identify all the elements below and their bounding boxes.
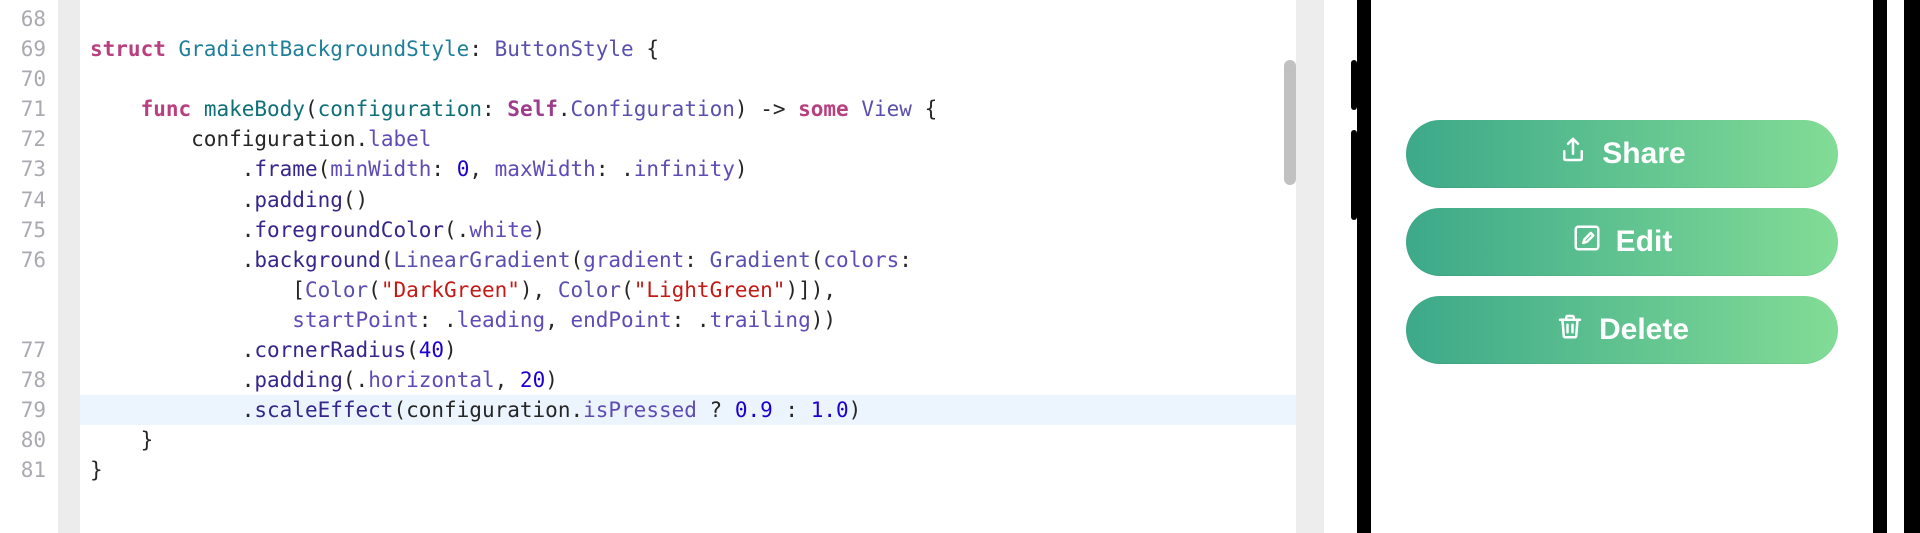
line-number: 68 [0, 4, 58, 34]
share-button[interactable]: Share [1406, 120, 1838, 188]
code-line[interactable]: .background(LinearGradient(gradient: Gra… [80, 245, 1296, 275]
line-number: 77 [0, 335, 58, 365]
line-number: 71 [0, 94, 58, 124]
line-number: 73 [0, 154, 58, 184]
line-number: 70 [0, 64, 58, 94]
phone-side-button [1351, 60, 1357, 110]
code-line[interactable] [80, 64, 1296, 94]
fold-ribbon[interactable] [58, 0, 80, 533]
edit-icon [1572, 223, 1602, 261]
line-number: 78 [0, 365, 58, 395]
code-line[interactable]: func makeBody(configuration: Self.Config… [80, 94, 1296, 124]
iphone-simulator: Share Edit Delete [1357, 0, 1887, 533]
code-line[interactable]: .scaleEffect(configuration.isPressed ? 0… [80, 395, 1296, 425]
code-line[interactable]: [Color("DarkGreen"), Color("LightGreen")… [80, 275, 1296, 305]
code-line[interactable]: } [80, 455, 1296, 485]
code-line[interactable]: .cornerRadius(40) [80, 335, 1296, 365]
line-number: 74 [0, 185, 58, 215]
code-line[interactable]: startPoint: .leading, endPoint: .trailin… [80, 305, 1296, 335]
line-number: 80 [0, 425, 58, 455]
line-number-gutter: 686970717273747576 7778798081 [0, 0, 58, 533]
button-label: Delete [1599, 313, 1689, 347]
line-number [0, 305, 58, 335]
share-icon [1558, 135, 1588, 173]
trash-icon [1555, 311, 1585, 349]
button-label: Edit [1616, 225, 1673, 259]
code-line[interactable]: configuration.label [80, 124, 1296, 154]
code-area[interactable]: struct GradientBackgroundStyle: ButtonSt… [80, 0, 1296, 533]
line-number: 76 [0, 245, 58, 275]
line-number: 81 [0, 455, 58, 485]
code-line[interactable]: struct GradientBackgroundStyle: ButtonSt… [80, 34, 1296, 64]
line-number [0, 275, 58, 305]
code-line[interactable]: .padding() [80, 185, 1296, 215]
line-number: 69 [0, 34, 58, 64]
code-line[interactable] [80, 4, 1296, 34]
xcode-window: 686970717273747576 7778798081 struct Grad… [0, 0, 1920, 533]
preview-right-border [1904, 0, 1920, 533]
line-number: 75 [0, 215, 58, 245]
code-line[interactable]: .padding(.horizontal, 20) [80, 365, 1296, 395]
preview-content: Share Edit Delete [1371, 0, 1873, 364]
edit-button[interactable]: Edit [1406, 208, 1838, 276]
code-editor[interactable]: 686970717273747576 7778798081 struct Grad… [0, 0, 1296, 533]
code-line[interactable]: } [80, 425, 1296, 455]
vertical-scrollbar[interactable] [1284, 60, 1296, 185]
code-line[interactable]: .foregroundColor(.white) [80, 215, 1296, 245]
pane-divider[interactable] [1296, 0, 1324, 533]
phone-side-button [1351, 130, 1357, 220]
line-number: 79 [0, 395, 58, 425]
delete-button[interactable]: Delete [1406, 296, 1838, 364]
swiftui-preview-canvas: Share Edit Delete [1324, 0, 1920, 533]
button-label: Share [1602, 137, 1685, 171]
code-line[interactable]: .frame(minWidth: 0, maxWidth: .infinity) [80, 154, 1296, 184]
line-number: 72 [0, 124, 58, 154]
